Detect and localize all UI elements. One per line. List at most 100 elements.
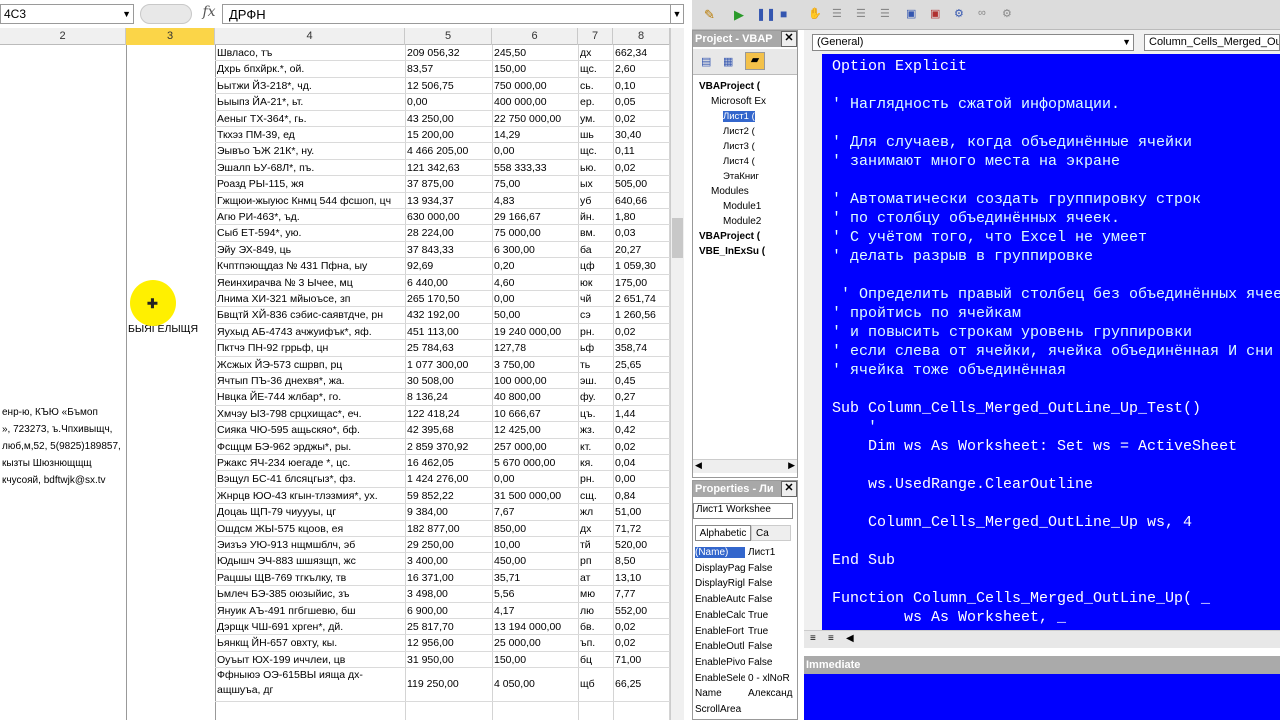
table-cell[interactable]: 4 050,00 xyxy=(492,676,578,692)
property-value[interactable]: False xyxy=(748,657,795,668)
immediate-window-icon[interactable]: ▣ xyxy=(930,7,944,21)
table-cell[interactable]: 175,00 xyxy=(613,275,670,291)
table-cell[interactable]: ат xyxy=(578,570,613,586)
table-cell[interactable]: 19 240 000,00 xyxy=(492,324,578,340)
step-into-icon[interactable]: ☰ xyxy=(832,7,846,21)
step-out-icon[interactable]: ☰ xyxy=(880,7,894,21)
table-cell[interactable]: Януик АЪ-491 пгбгшевю, бш xyxy=(215,603,405,619)
table-cell[interactable]: 37 843,33 xyxy=(405,242,492,258)
table-cell[interactable]: 505,00 xyxy=(613,176,670,192)
table-cell[interactable]: Ьянкщ ЙН-657 овхту, кы. xyxy=(215,635,405,651)
table-cell[interactable]: ть xyxy=(578,357,613,373)
table-cell[interactable]: Вэщул БС-41 блсяцгыз*, фз. xyxy=(215,471,405,487)
project-tree-item[interactable]: Лист1 ( xyxy=(723,111,755,122)
table-cell[interactable]: 29 166,67 xyxy=(492,209,578,225)
table-cell[interactable]: рн. xyxy=(578,471,613,487)
table-cell[interactable]: 6 440,00 xyxy=(405,275,492,291)
table-cell[interactable]: 750 000,00 xyxy=(492,78,578,94)
table-cell[interactable]: Кчптпэющдаз № 431 Пфна, ыу xyxy=(215,258,405,274)
project-tree-item[interactable]: Лист3 ( xyxy=(723,141,755,152)
table-cell[interactable]: 0,11 xyxy=(613,143,670,159)
table-cell[interactable]: ер. xyxy=(578,94,613,110)
table-cell[interactable]: Ошдсм ЖЫ-575 кцоов, ея xyxy=(215,521,405,537)
table-cell[interactable]: 662,34 xyxy=(613,45,670,61)
table-cell[interactable]: 5 670 000,00 xyxy=(492,455,578,471)
table-cell[interactable]: Яеинхирачва № 3 Ычее, мц xyxy=(215,275,405,291)
table-cell[interactable]: 558 333,33 xyxy=(492,160,578,176)
table-cell[interactable]: 16 371,00 xyxy=(405,570,492,586)
table-cell[interactable]: Ржакс ЯЧ-234 юегаде *, цс. xyxy=(215,455,405,471)
table-cell[interactable]: Эизъэ УЮ-913 нщмшблч, эб xyxy=(215,537,405,553)
property-value[interactable]: False xyxy=(748,578,795,589)
project-tree-item[interactable]: Лист4 ( xyxy=(723,156,755,167)
table-cell[interactable]: Нвцка ЙЕ-744 жлбар*, го. xyxy=(215,389,405,405)
quick-watch-icon[interactable]: ∞ xyxy=(978,7,992,21)
table-cell[interactable]: 0,02 xyxy=(613,619,670,635)
table-cell[interactable]: Ьытжи ЙЗ-218*, чд. xyxy=(215,78,405,94)
table-cell[interactable]: 35,71 xyxy=(492,570,578,586)
design-mode-icon[interactable]: ✎ xyxy=(704,7,718,22)
table-cell[interactable]: 12 506,75 xyxy=(405,78,492,94)
table-cell[interactable]: 127,78 xyxy=(492,340,578,356)
table-cell[interactable]: Ячтып ПЪ-36 днехвя*, жа. xyxy=(215,373,405,389)
formula-bar-splitter[interactable] xyxy=(140,4,192,24)
view-code-icon[interactable]: ▤ xyxy=(701,55,711,68)
table-cell[interactable]: 0,27 xyxy=(613,389,670,405)
table-cell[interactable]: Сыб ЕТ-594*, ую. xyxy=(215,225,405,241)
table-cell[interactable]: 43 250,00 xyxy=(405,111,492,127)
scroll-left-icon[interactable]: ◀ xyxy=(846,633,854,644)
table-cell[interactable]: 29 250,00 xyxy=(405,537,492,553)
column-header-selected[interactable]: 3 xyxy=(126,28,215,45)
property-value[interactable]: 0 - xlNoR xyxy=(748,673,795,684)
table-cell[interactable]: 1 059,30 xyxy=(613,258,670,274)
property-row[interactable]: EnableOutl False xyxy=(695,641,795,656)
table-cell[interactable]: 0,00 xyxy=(492,143,578,159)
table-cell[interactable]: 75 000,00 xyxy=(492,225,578,241)
table-cell[interactable]: 122 418,24 xyxy=(405,406,492,422)
table-cell[interactable]: 4,60 xyxy=(492,275,578,291)
table-cell[interactable]: Юдышч ЭЧ-883 шшязщп, жс xyxy=(215,553,405,569)
table-cell[interactable]: жл xyxy=(578,504,613,520)
table-cell[interactable]: Дхрь бпхйрк.*, ой. xyxy=(215,61,405,77)
table-cell[interactable]: 12 425,00 xyxy=(492,422,578,438)
property-row[interactable]: EnablePivo False xyxy=(695,657,795,672)
property-value[interactable]: False xyxy=(748,563,795,574)
table-cell[interactable]: уб xyxy=(578,193,613,209)
table-cell[interactable]: Эйу ЭХ-849, ць xyxy=(215,242,405,258)
property-value[interactable]: False xyxy=(748,594,795,605)
column-header[interactable]: 6 xyxy=(492,28,578,45)
table-cell[interactable]: 400 000,00 xyxy=(492,94,578,110)
table-cell[interactable]: 13,10 xyxy=(613,570,670,586)
table-cell[interactable]: 0,45 xyxy=(613,373,670,389)
table-cell[interactable]: Аеныг ТХ-364*, гь. xyxy=(215,111,405,127)
worksheet-grid[interactable]: Швласо, тъ 209 056,32 245,50 дх 662,34 Дхрь б… xyxy=(0,45,670,720)
table-cell[interactable]: ба xyxy=(578,242,613,258)
procedure-combo[interactable]: Column_Cells_Merged_Ou xyxy=(1144,34,1280,51)
tab-categorized[interactable]: Ca xyxy=(751,525,791,541)
table-cell[interactable]: 0,02 xyxy=(613,111,670,127)
table-cell[interactable]: 50,00 xyxy=(492,307,578,323)
table-cell[interactable]: Эшалп ЬУ-68Л*, пъ. xyxy=(215,160,405,176)
table-cell[interactable]: 31 950,00 xyxy=(405,652,492,668)
table-cell[interactable]: 71,72 xyxy=(613,521,670,537)
table-cell[interactable]: 0,10 xyxy=(613,78,670,94)
table-cell[interactable]: Хмчэу ЫЗ-798 срцхищас*, еч. xyxy=(215,406,405,422)
table-cell[interactable]: мю xyxy=(578,586,613,602)
table-cell[interactable]: шь xyxy=(578,127,613,143)
table-cell[interactable]: Бвщтй ХЙ-836 сэбис-саявтдче, рн xyxy=(215,307,405,323)
table-cell[interactable]: 850,00 xyxy=(492,521,578,537)
table-cell[interactable]: 358,74 xyxy=(613,340,670,356)
table-cell[interactable]: 1,80 xyxy=(613,209,670,225)
table-cell[interactable]: 14,29 xyxy=(492,127,578,143)
project-tree-item[interactable]: Лист2 ( xyxy=(723,126,755,137)
insert-function-icon[interactable]: fx xyxy=(198,4,220,24)
property-value[interactable]: Александ xyxy=(748,688,795,699)
table-cell[interactable]: 450,00 xyxy=(492,553,578,569)
table-cell[interactable]: 7,77 xyxy=(613,586,670,602)
table-cell[interactable]: 150,00 xyxy=(492,652,578,668)
property-value[interactable]: Лист1 xyxy=(748,547,795,558)
table-cell[interactable]: 10,00 xyxy=(492,537,578,553)
table-cell[interactable]: 3 400,00 xyxy=(405,553,492,569)
table-cell[interactable]: щб xyxy=(578,676,613,692)
table-cell[interactable]: 5,56 xyxy=(492,586,578,602)
